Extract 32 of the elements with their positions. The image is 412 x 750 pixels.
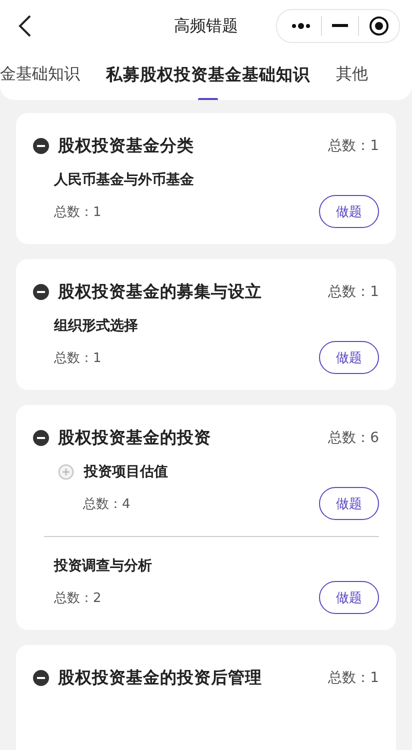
chapter-title: 股权投资基金的投资后管理 <box>58 667 262 689</box>
section-count: 总数：2 <box>54 590 102 606</box>
practice-button[interactable]: 做题 <box>319 341 379 374</box>
collapse-icon[interactable] <box>33 284 49 300</box>
chapter-count: 总数：6 <box>328 429 379 447</box>
section-title: 组织形式选择 <box>54 317 138 335</box>
practice-button[interactable]: 做题 <box>319 581 379 614</box>
collapse-icon[interactable] <box>33 670 49 686</box>
back-icon[interactable] <box>18 14 32 38</box>
chapter-count: 总数：1 <box>328 137 379 155</box>
collapse-icon[interactable] <box>33 430 49 446</box>
collapse-icon[interactable] <box>33 138 49 154</box>
category-tab[interactable]: 其他 <box>336 52 368 100</box>
chapter-title: 股权投资基金的投资 <box>58 427 211 449</box>
practice-button[interactable]: 做题 <box>319 487 379 520</box>
chapter-title: 股权投资基金的募集与设立 <box>58 281 262 303</box>
practice-button[interactable]: 做题 <box>319 195 379 228</box>
section-title: 投资项目估值 <box>84 463 168 481</box>
chapter-count: 总数：1 <box>328 669 379 687</box>
category-tab[interactable]: 金基础知识 <box>0 52 80 100</box>
section-count: 总数：1 <box>54 204 102 220</box>
close-icon[interactable] <box>369 16 389 36</box>
page-title: 高频错题 <box>173 16 239 36</box>
section-count: 总数：4 <box>83 496 130 512</box>
more-icon[interactable] <box>291 22 311 30</box>
chapter-title: 股权投资基金分类 <box>58 135 194 157</box>
chapter-count: 总数：1 <box>328 283 379 301</box>
section-title: 投资调查与分析 <box>54 557 152 575</box>
section-title: 人民币基金与外币基金 <box>54 171 194 189</box>
minimize-icon[interactable] <box>332 24 348 28</box>
section-count: 总数：1 <box>54 350 102 366</box>
category-tab[interactable]: 私募股权投资基金基础知识 <box>106 52 310 100</box>
